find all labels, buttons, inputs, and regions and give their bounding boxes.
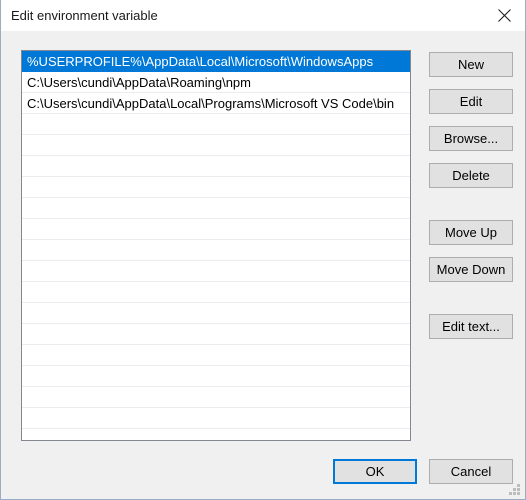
list-item-empty[interactable] bbox=[22, 345, 410, 366]
ok-button[interactable]: OK bbox=[333, 459, 417, 484]
list-item-empty[interactable] bbox=[22, 387, 410, 408]
move-down-button[interactable]: Move Down bbox=[429, 257, 513, 282]
edit-environment-variable-dialog: Edit environment variable %USERPROFILE%\… bbox=[0, 0, 526, 500]
path-list[interactable]: %USERPROFILE%\AppData\Local\Microsoft\Wi… bbox=[21, 50, 411, 441]
window-title: Edit environment variable bbox=[11, 8, 158, 23]
delete-button[interactable]: Delete bbox=[429, 163, 513, 188]
list-item-empty[interactable] bbox=[22, 114, 410, 135]
list-item-empty[interactable] bbox=[22, 261, 410, 282]
list-item[interactable]: C:\Users\cundi\AppData\Local\Programs\Mi… bbox=[22, 93, 410, 114]
list-item[interactable]: %USERPROFILE%\AppData\Local\Microsoft\Wi… bbox=[22, 51, 410, 72]
edit-button[interactable]: Edit bbox=[429, 89, 513, 114]
list-item-empty[interactable] bbox=[22, 282, 410, 303]
title-bar: Edit environment variable bbox=[1, 0, 525, 31]
list-item-empty[interactable] bbox=[22, 324, 410, 345]
list-item-empty[interactable] bbox=[22, 177, 410, 198]
close-button[interactable] bbox=[481, 0, 525, 30]
grip-dot bbox=[517, 488, 520, 491]
resize-grip[interactable] bbox=[509, 484, 522, 497]
grip-dot bbox=[513, 488, 516, 491]
new-button[interactable]: New bbox=[429, 52, 513, 77]
list-item-empty[interactable] bbox=[22, 219, 410, 240]
list-item-empty[interactable] bbox=[22, 303, 410, 324]
edit-text-button[interactable]: Edit text... bbox=[429, 314, 513, 339]
list-item-empty[interactable] bbox=[22, 198, 410, 219]
list-item-empty[interactable] bbox=[22, 240, 410, 261]
grip-dot bbox=[513, 492, 516, 495]
cancel-button[interactable]: Cancel bbox=[429, 459, 513, 484]
list-item-empty[interactable] bbox=[22, 135, 410, 156]
grip-dot bbox=[517, 492, 520, 495]
browse-button[interactable]: Browse... bbox=[429, 126, 513, 151]
list-item[interactable]: C:\Users\cundi\AppData\Roaming\npm bbox=[22, 72, 410, 93]
list-item-empty[interactable] bbox=[22, 408, 410, 429]
move-up-button[interactable]: Move Up bbox=[429, 220, 513, 245]
close-icon bbox=[481, 8, 525, 22]
list-item-empty[interactable] bbox=[22, 366, 410, 387]
grip-dot bbox=[517, 484, 520, 487]
grip-dot bbox=[509, 492, 512, 495]
list-item-empty[interactable] bbox=[22, 156, 410, 177]
